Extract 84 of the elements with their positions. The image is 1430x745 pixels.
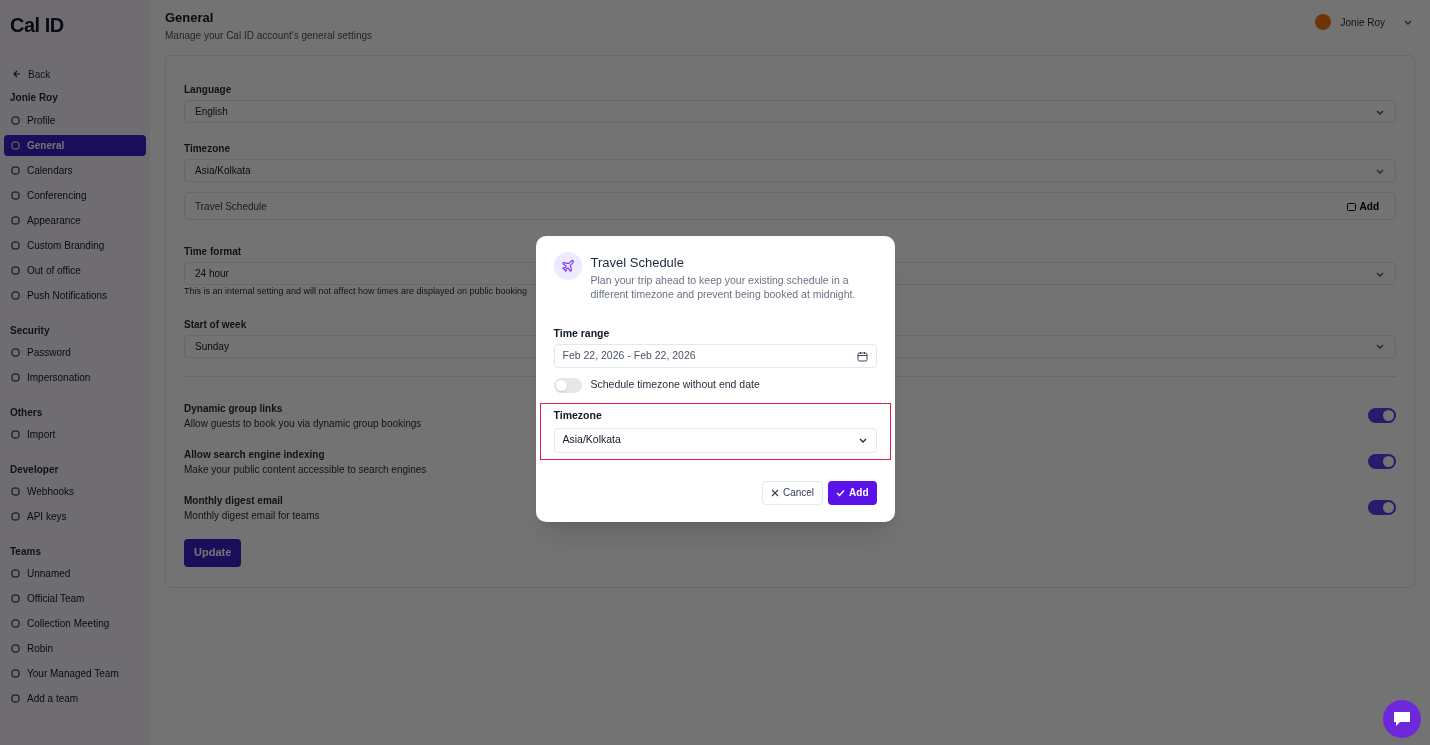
sidebar-item[interactable]: Push Notifications: [4, 285, 146, 306]
setting-title: Allow search engine indexing: [184, 447, 326, 462]
field-label: Timezone: [553, 408, 603, 423]
item-icon: [11, 487, 20, 496]
item-icon: [11, 241, 20, 250]
item-icon: [11, 619, 20, 628]
item-icon: [11, 373, 20, 382]
item-icon: [11, 644, 20, 653]
plane-icon: [553, 252, 582, 280]
setting-description: Make your public content accessible to search engines: [184, 462, 427, 477]
field-label: Language: [184, 83, 233, 97]
item-icon: [11, 512, 20, 521]
section-title: Others: [9, 405, 44, 420]
field-label: Time range: [553, 325, 611, 341]
item-icon: [11, 694, 20, 703]
sidebar-item[interactable]: Custom Branding: [4, 235, 146, 256]
item-icon: [11, 191, 20, 200]
setting-description: Monthly digest email for teams: [184, 508, 320, 523]
sidebar-item[interactable]: Collection Meeting: [4, 613, 146, 634]
chat-button[interactable]: [1383, 700, 1421, 738]
sidebar-item[interactable]: API keys: [4, 506, 146, 527]
item-icon: [11, 116, 20, 125]
select-field[interactable]: English: [184, 100, 1396, 123]
section-title: Teams: [9, 544, 42, 559]
timezone-select[interactable]: Asia/Kolkata: [553, 427, 877, 453]
back-arrow-icon: [12, 69, 22, 79]
field-label: Time format: [184, 245, 243, 259]
sidebar-item[interactable]: Appearance: [4, 210, 146, 231]
cancel-button[interactable]: Cancel: [761, 480, 824, 505]
sidebar-item[interactable]: Impersonation: [4, 367, 146, 388]
close-icon: [770, 488, 779, 497]
setting-title: Monthly digest email: [184, 493, 284, 508]
sidebar-item[interactable]: Password: [4, 342, 146, 363]
update-button[interactable]: Update: [184, 538, 242, 567]
sidebar-item[interactable]: Your Managed Team: [4, 663, 146, 684]
item-icon: [11, 569, 20, 578]
toggle-switch[interactable]: [1368, 500, 1396, 515]
toggle-switch[interactable]: [1368, 408, 1396, 423]
add-button[interactable]: Add: [1340, 196, 1385, 216]
date-range-field[interactable]: Feb 22, 2026 - Feb 22, 2026: [553, 344, 877, 369]
avatar-icon: [1314, 14, 1331, 30]
toggle-switch[interactable]: [1368, 454, 1396, 469]
item-icon: [11, 430, 20, 439]
toggle-label: Schedule timezone without end date: [590, 377, 760, 393]
sidebar-item[interactable]: Conferencing: [4, 185, 146, 206]
logo: Cal ID: [9, 13, 65, 38]
sidebar-item[interactable]: Official Team: [4, 588, 146, 609]
page-title: General: [165, 9, 215, 27]
sidebar-item[interactable]: Import: [4, 424, 146, 445]
section-title: Security: [9, 323, 51, 338]
setting-description: Allow guests to book you via dynamic group bookings: [184, 416, 422, 431]
row-label: Travel Schedule: [195, 199, 267, 214]
check-icon: [836, 488, 846, 497]
sidebar-item[interactable]: Add a team: [4, 688, 146, 709]
sidebar-item[interactable]: Unnamed: [4, 563, 146, 584]
setting-title: Dynamic group links: [184, 401, 284, 416]
item-icon: [11, 266, 20, 275]
toggle-switch[interactable]: [553, 377, 582, 393]
sidebar-item[interactable]: Robin: [4, 638, 146, 659]
section-title: Developer: [9, 462, 60, 477]
item-icon: [11, 166, 20, 175]
sidebar-item[interactable]: General: [4, 135, 146, 156]
user-menu-button[interactable]: Jonie Roy: [1340, 14, 1413, 30]
item-icon: [11, 141, 20, 150]
field-label: Timezone: [184, 142, 231, 156]
item-icon: [11, 291, 20, 300]
back-link[interactable]: Back: [4, 64, 146, 84]
item-icon: [11, 669, 20, 678]
user-name: Jonie Roy: [9, 90, 59, 105]
add-button[interactable]: Add: [828, 480, 877, 505]
item-icon: [11, 216, 20, 225]
sidebar-item[interactable]: Profile: [4, 110, 146, 131]
item-icon: [11, 348, 20, 357]
page-subtitle: Manage your Cal ID account's general settings: [165, 28, 373, 43]
field-hint: This is an internal setting and will not affect how times are displayed on public booking: [184, 285, 528, 298]
dialog-description: Plan your trip ahead to keep your existing schedule in a different timezone and prevent being booked at midnight.: [590, 272, 857, 301]
item-icon: [11, 594, 20, 603]
field-label: Start of week: [184, 317, 248, 332]
sidebar-item[interactable]: Calendars: [4, 160, 146, 181]
select-field[interactable]: Asia/Kolkata: [184, 159, 1396, 182]
sidebar-item[interactable]: Out of office: [4, 260, 146, 281]
sidebar-item[interactable]: Webhooks: [4, 481, 146, 502]
dialog-title: Travel Schedule: [590, 254, 685, 272]
chat-icon: [1392, 710, 1412, 728]
